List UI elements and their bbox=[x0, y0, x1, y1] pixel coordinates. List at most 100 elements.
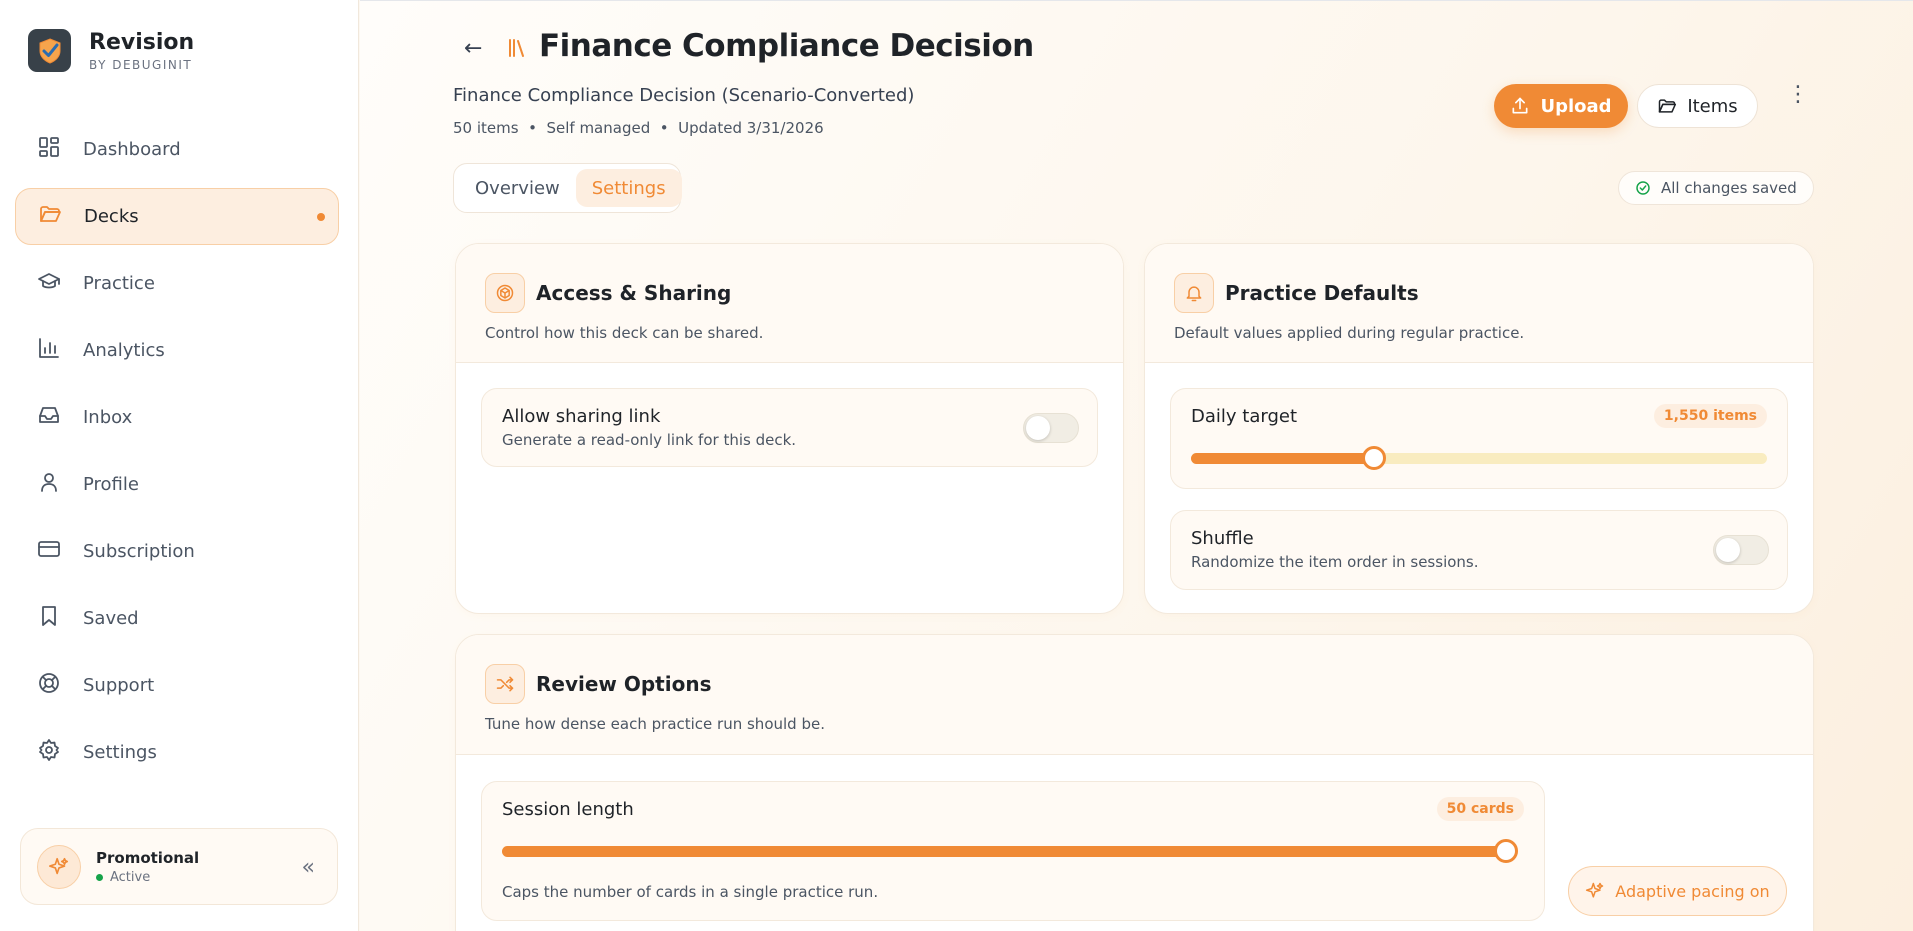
user-icon bbox=[37, 470, 61, 499]
shuffle-toggle[interactable] bbox=[1713, 535, 1769, 565]
daily-target-row: Daily target 1,550 items bbox=[1170, 388, 1788, 489]
sidebar-item-label: Analytics bbox=[83, 340, 165, 361]
sidebar-item-decks[interactable]: Decks bbox=[15, 188, 339, 245]
session-length-slider[interactable] bbox=[502, 839, 1518, 863]
tab-overview[interactable]: Overview bbox=[459, 169, 576, 207]
sidebar-item-dashboard[interactable]: Dashboard bbox=[15, 121, 339, 178]
credit-card-icon bbox=[37, 537, 61, 566]
slider-handle[interactable] bbox=[1494, 839, 1518, 863]
adaptive-pacing-button[interactable]: Adaptive pacing on bbox=[1568, 866, 1787, 916]
sidebar-item-label: Decks bbox=[84, 206, 139, 227]
sidebar-item-label: Settings bbox=[83, 742, 157, 763]
save-status-text: All changes saved bbox=[1661, 179, 1797, 197]
promo-card[interactable]: Promotional Active « bbox=[20, 828, 338, 905]
folder-open-icon bbox=[1659, 99, 1677, 113]
sparkle-icon bbox=[37, 844, 81, 889]
sidebar-item-label: Profile bbox=[83, 474, 139, 495]
toggle-knob bbox=[1716, 538, 1740, 562]
shuffle-row: Shuffle Randomize the item order in sess… bbox=[1170, 510, 1788, 590]
sidebar-item-label: Practice bbox=[83, 273, 155, 294]
more-options-icon[interactable]: ⋮ bbox=[1787, 84, 1809, 106]
card-title: Practice Defaults bbox=[1225, 281, 1419, 305]
sidebar-item-analytics[interactable]: Analytics bbox=[15, 322, 339, 379]
top-divider bbox=[360, 0, 1913, 1]
grid-icon bbox=[37, 135, 61, 164]
practice-defaults-card: Practice Defaults Default values applied… bbox=[1144, 243, 1814, 614]
card-title: Access & Sharing bbox=[536, 281, 732, 305]
items-button[interactable]: Items bbox=[1637, 84, 1758, 128]
promo-status: Active bbox=[96, 870, 199, 885]
shuffle-icon bbox=[485, 664, 525, 704]
daily-target-slider[interactable] bbox=[1191, 446, 1767, 470]
page-subtitle: Finance Compliance Decision (Scenario-Co… bbox=[453, 85, 915, 106]
session-length-desc: Caps the number of cards in a single pra… bbox=[502, 883, 879, 901]
card-title: Review Options bbox=[536, 672, 712, 696]
toggle-knob bbox=[1026, 416, 1050, 440]
adaptive-pacing-label: Adaptive pacing on bbox=[1615, 881, 1770, 901]
save-status-badge: All changes saved bbox=[1618, 171, 1814, 205]
active-indicator-dot bbox=[317, 213, 325, 221]
sidebar-item-label: Inbox bbox=[83, 407, 133, 428]
sidebar-item-practice[interactable]: Practice bbox=[15, 255, 339, 312]
sidebar-item-label: Subscription bbox=[83, 541, 195, 562]
sidebar-item-label: Saved bbox=[83, 608, 139, 629]
sidebar-item-label: Support bbox=[83, 675, 155, 696]
page-title: Finance Compliance Decision bbox=[539, 28, 1034, 64]
slider-fill bbox=[1191, 453, 1374, 464]
tab-settings[interactable]: Settings bbox=[575, 169, 682, 207]
tab-bar: Overview Settings bbox=[453, 163, 682, 213]
sidebar-item-saved[interactable]: Saved bbox=[15, 590, 339, 647]
slider-fill bbox=[502, 846, 1506, 857]
check-circle-icon bbox=[1636, 181, 1650, 195]
collapse-sidebar-icon[interactable]: « bbox=[302, 855, 315, 880]
promo-status-text: Active bbox=[110, 869, 151, 885]
gear-icon bbox=[37, 738, 61, 767]
main-content: ← Finance Compliance Decision Finance Co… bbox=[360, 0, 1913, 931]
upload-label: Upload bbox=[1540, 95, 1612, 117]
sidebar-item-label: Dashboard bbox=[83, 139, 181, 160]
sharing-link-desc: Generate a read-only link for this deck. bbox=[502, 431, 797, 449]
sidebar-item-inbox[interactable]: Inbox bbox=[15, 389, 339, 446]
slider-handle[interactable] bbox=[1361, 446, 1386, 470]
sharing-link-row: Allow sharing link Generate a read-only … bbox=[481, 388, 1098, 467]
sharing-link-toggle[interactable] bbox=[1023, 413, 1079, 443]
inbox-icon bbox=[37, 403, 61, 432]
card-desc: Default values applied during regular pr… bbox=[1174, 324, 1525, 342]
status-dot bbox=[96, 873, 103, 881]
sidebar-item-support[interactable]: Support bbox=[15, 657, 339, 714]
logo-icon bbox=[28, 29, 71, 72]
brand-name: Revision bbox=[89, 29, 195, 55]
bar-chart-icon bbox=[37, 336, 61, 365]
bookmark-icon bbox=[37, 604, 61, 633]
brand-sub: BY DEBUGINIT bbox=[89, 57, 193, 72]
bell-icon bbox=[1174, 273, 1214, 313]
box-icon bbox=[485, 273, 525, 313]
upload-icon bbox=[1512, 97, 1528, 114]
access-sharing-card: Access & Sharing Control how this deck c… bbox=[455, 243, 1124, 614]
sharing-link-title: Allow sharing link bbox=[502, 406, 661, 427]
promo-title: Promotional bbox=[96, 848, 200, 867]
sidebar-nav: Dashboard Decks Practice Analytics Inbox… bbox=[15, 121, 339, 791]
folder-icon bbox=[38, 202, 62, 231]
session-length-title: Session length bbox=[502, 799, 634, 820]
card-desc: Control how this deck can be shared. bbox=[485, 324, 764, 342]
sidebar: Revision BY DEBUGINIT Dashboard Decks Pr… bbox=[0, 0, 359, 931]
back-arrow-icon[interactable]: ← bbox=[464, 36, 482, 61]
shuffle-title: Shuffle bbox=[1191, 528, 1254, 549]
sidebar-item-profile[interactable]: Profile bbox=[15, 456, 339, 513]
library-icon bbox=[508, 38, 526, 62]
shuffle-desc: Randomize the item order in sessions. bbox=[1191, 553, 1479, 571]
lifebuoy-icon bbox=[37, 671, 61, 700]
brand[interactable]: Revision BY DEBUGINIT bbox=[28, 29, 194, 72]
sparkle-icon bbox=[1586, 882, 1604, 898]
deck-meta: 50 items • Self managed • Updated 3/31/2… bbox=[453, 119, 824, 137]
daily-target-badge: 1,550 items bbox=[1653, 404, 1767, 428]
session-length-badge: 50 cards bbox=[1436, 797, 1524, 821]
upload-button[interactable]: Upload bbox=[1494, 84, 1628, 128]
sidebar-item-subscription[interactable]: Subscription bbox=[15, 523, 339, 580]
graduation-cap-icon bbox=[37, 269, 61, 298]
session-length-row: Session length 50 cards Caps the number … bbox=[481, 781, 1545, 921]
sidebar-item-settings[interactable]: Settings bbox=[15, 724, 339, 781]
daily-target-title: Daily target bbox=[1191, 406, 1297, 427]
card-desc: Tune how dense each practice run should … bbox=[485, 715, 825, 733]
